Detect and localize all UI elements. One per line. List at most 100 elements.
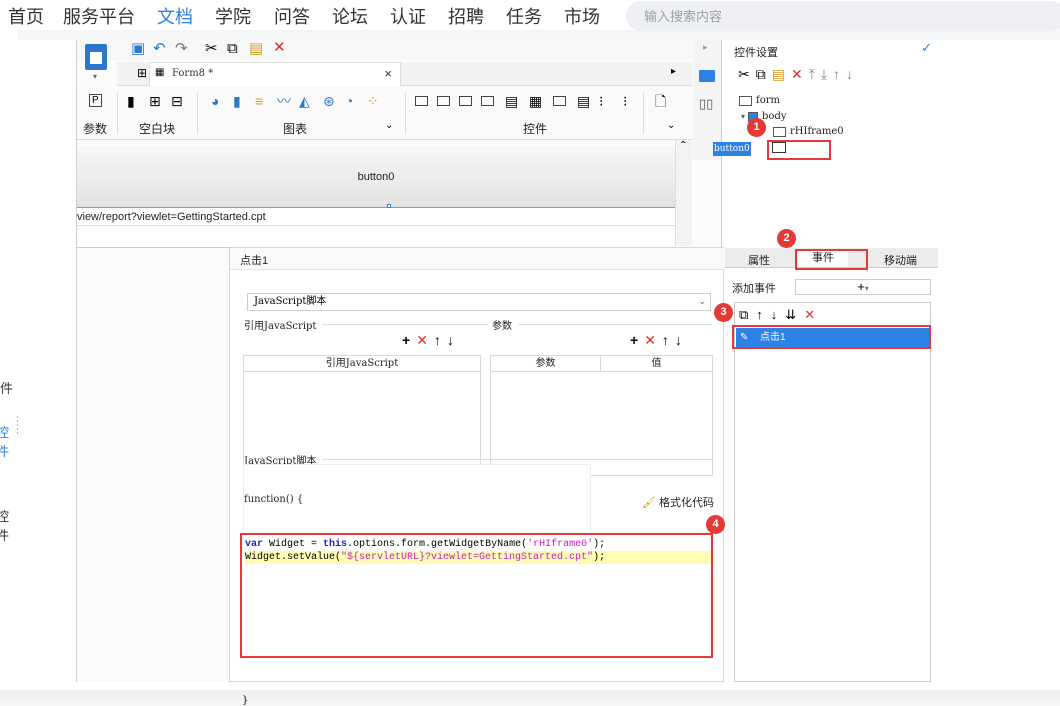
canvas-iframe[interactable]: view/report?viewlet=GettingStarted.cpt — [77, 209, 675, 226]
sidebar-fragment-1[interactable]: 件 — [0, 378, 13, 397]
format-code-button[interactable]: 🖌 格式化代码 — [642, 494, 714, 510]
check-icon[interactable]: ✓ — [921, 40, 932, 56]
tree-node-iframe[interactable]: rHIframe0 — [773, 126, 844, 137]
paste-icon[interactable]: ▤ — [772, 66, 785, 82]
line-chart-icon[interactable]: 〰 — [277, 94, 291, 108]
move-up-icon[interactable]: ↑ — [756, 307, 763, 322]
delete-icon[interactable]: ✕ — [791, 66, 803, 82]
scatter-chart-icon[interactable]: ⁘ — [367, 94, 379, 108]
nav-forum[interactable]: 论坛 — [332, 3, 368, 29]
move-top-icon[interactable]: ⤒ — [809, 66, 815, 82]
checkbox-widget-icon[interactable]: ⁝ — [623, 94, 627, 108]
move-down-icon[interactable]: ↓ — [675, 332, 682, 348]
search-box[interactable] — [626, 1, 1060, 31]
nav-academy[interactable]: 学院 — [215, 3, 251, 29]
sidebar-fragment-2[interactable]: 控件 — [0, 422, 18, 460]
sort-icon[interactable]: ⇊ — [785, 307, 796, 322]
cut-icon[interactable]: ✂ — [205, 41, 218, 57]
date-widget-icon[interactable]: ▦ — [529, 94, 542, 108]
number-widget-icon[interactable] — [553, 94, 566, 108]
ribbon-group-params[interactable]: 参数 — [83, 120, 107, 137]
delete-ref-icon[interactable]: ✕ — [416, 332, 428, 348]
move-down-icon[interactable]: ↓ — [846, 66, 853, 82]
delete-event-icon[interactable]: ✕ — [804, 307, 815, 322]
tree-node-button0[interactable]: button0 — [713, 142, 751, 156]
tab-mobile[interactable]: 移动端 — [884, 252, 917, 268]
undo-icon[interactable]: ↶ — [153, 41, 166, 57]
template-icon[interactable] — [85, 44, 107, 70]
hbar-chart-icon[interactable]: ≡ — [255, 94, 263, 108]
add-param-icon[interactable]: + — [630, 332, 638, 348]
format-code-label: 格式化代码 — [659, 497, 715, 509]
bar-chart-icon[interactable]: ▮ — [233, 94, 241, 108]
nav-certification[interactable]: 认证 — [390, 3, 426, 29]
radar-chart-icon[interactable]: ⊛ — [323, 94, 335, 108]
copy-event-icon[interactable]: ⧉ — [739, 307, 748, 322]
grid-icon[interactable]: ⊞ — [137, 66, 147, 80]
params-table[interactable]: 参数 值 — [490, 355, 713, 476]
radio-widget-icon[interactable]: ⁝ — [599, 94, 603, 108]
move-up-icon[interactable]: ↑ — [833, 66, 840, 82]
save-icon[interactable]: ▣ — [131, 41, 145, 57]
move-up-icon[interactable]: ↑ — [434, 332, 441, 348]
copy-icon[interactable]: ⧉ — [756, 66, 766, 82]
nav-market[interactable]: 市场 — [564, 3, 600, 29]
add-ref-icon[interactable]: + — [402, 332, 410, 348]
grid-block-icon[interactable]: ⊞ — [149, 94, 161, 108]
nav-docs[interactable]: 文档 — [157, 3, 193, 29]
canvas-button0[interactable]: button0 — [77, 146, 675, 208]
move-up-icon[interactable]: ↑ — [662, 332, 669, 348]
preview-icon[interactable]: 🗋 — [655, 94, 666, 108]
tab-properties[interactable]: 属性 — [748, 252, 770, 268]
add-event-button[interactable]: +▾ — [795, 279, 931, 295]
gauge-chart-icon[interactable]: ◔ — [345, 94, 353, 108]
chart-expand-icon[interactable]: ⌄ — [385, 120, 393, 131]
close-tab-icon[interactable]: × — [384, 66, 392, 81]
move-down-icon[interactable]: ↓ — [771, 307, 778, 322]
widget-settings-tab-icon[interactable] — [699, 70, 715, 82]
component-tab-icon[interactable]: ▯▯ — [699, 96, 713, 112]
scroll-up-icon[interactable]: ⌃ — [679, 140, 687, 151]
resize-handle[interactable] — [387, 204, 391, 208]
design-canvas[interactable]: button0 view/report?viewlet=GettingStart… — [77, 146, 675, 248]
copy-icon[interactable]: ⧉ — [227, 41, 238, 57]
ribbon-group-blank[interactable]: 空白块 — [139, 120, 175, 137]
ribbon-group-widget[interactable]: 控件 — [523, 120, 547, 137]
combo-widget-icon[interactable] — [481, 94, 494, 108]
pie-chart-icon[interactable]: ◕ — [211, 94, 219, 108]
nav-home[interactable]: 首页 — [8, 3, 44, 29]
tree-node-form[interactable]: form — [739, 95, 780, 106]
redo-icon[interactable]: ↷ — [175, 41, 188, 57]
blank-block-icon[interactable]: ▮ — [127, 94, 135, 108]
nav-qa[interactable]: 问答 — [274, 3, 310, 29]
template-dropdown-icon[interactable]: ▾ — [93, 72, 97, 81]
sidebar-fragment-3[interactable]: 控件 — [0, 506, 18, 544]
collapse-arrow-icon[interactable]: ▸ — [703, 42, 708, 53]
tab-form8[interactable]: ▦ Form8 * × — [149, 62, 401, 87]
textbox-widget-icon[interactable] — [459, 94, 472, 108]
expand-icon[interactable]: ▾ — [741, 112, 745, 121]
table-block-icon[interactable]: ⊟ — [171, 94, 183, 108]
nav-tasks[interactable]: 任务 — [506, 3, 542, 29]
area-chart-icon[interactable]: ◭ — [299, 94, 310, 108]
script-type-select[interactable]: JavaScript脚本 ⌄ — [247, 293, 711, 311]
tab-menu-icon[interactable]: ▸ — [671, 66, 676, 77]
cut-icon[interactable]: ✂ — [738, 66, 750, 82]
move-bottom-icon[interactable]: ⤓ — [821, 66, 827, 82]
canvas-scrollbar[interactable]: ⌃ — [675, 140, 692, 246]
paste-icon[interactable]: ▤ — [249, 41, 263, 57]
label-widget-icon[interactable] — [437, 94, 450, 108]
delete-param-icon[interactable]: ✕ — [644, 332, 656, 348]
param-icon[interactable]: P — [89, 94, 102, 107]
tree-node-body[interactable]: ▾ body — [741, 111, 787, 122]
delete-icon[interactable]: ✕ — [273, 40, 286, 56]
ribbon-group-chart[interactable]: 图表 — [283, 120, 307, 137]
nav-service-platform[interactable]: 服务平台 — [63, 3, 135, 29]
list-widget-icon[interactable]: ▤ — [505, 94, 518, 108]
move-down-icon[interactable]: ↓ — [447, 332, 454, 348]
widget-expand-icon[interactable]: ⌄ — [667, 120, 675, 131]
search-input[interactable] — [626, 1, 1060, 31]
tree-widget-icon[interactable]: ▤ — [577, 94, 590, 108]
nav-jobs[interactable]: 招聘 — [448, 3, 484, 29]
button-widget-icon[interactable] — [415, 94, 428, 108]
